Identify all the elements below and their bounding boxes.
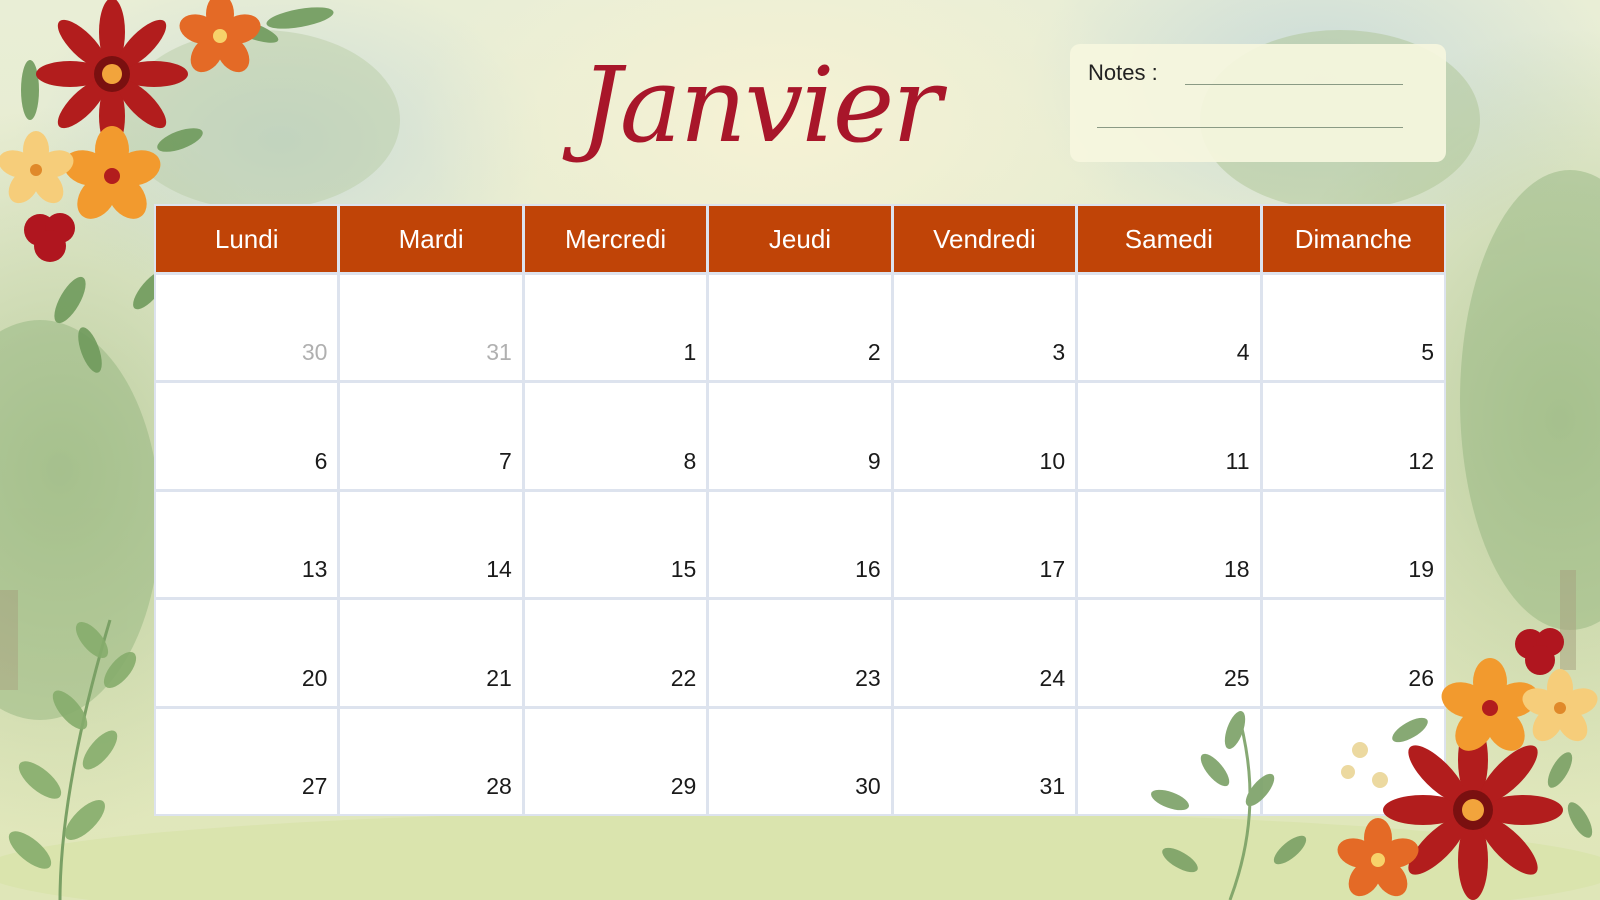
weekday-header: Jeudi <box>709 206 891 272</box>
day-cell[interactable]: 10 <box>893 383 1076 489</box>
day-number: 17 <box>1039 556 1066 583</box>
day-number: 3 <box>1052 339 1066 366</box>
notes-line <box>1097 127 1403 128</box>
month-title: Janvier <box>580 44 942 166</box>
day-cell[interactable]: 2 <box>709 275 891 381</box>
day-cell[interactable]: 31 <box>893 708 1076 814</box>
day-cell[interactable]: 7 <box>340 383 522 489</box>
day-cell[interactable]: 8 <box>524 383 707 489</box>
day-cell[interactable]: 24 <box>893 600 1076 706</box>
day-number: 11 <box>1225 447 1250 474</box>
day-number: 27 <box>301 773 328 799</box>
day-number: 4 <box>1236 339 1250 366</box>
day-number: 16 <box>855 556 881 583</box>
day-cell[interactable]: 26 <box>1262 600 1444 706</box>
calendar-grid: Lundi Mardi Mercredi Jeudi Vendredi Samedi Dim… <box>154 204 1446 816</box>
day-cell[interactable]: 27 <box>156 708 338 814</box>
weekday-header: Mardi <box>340 206 522 272</box>
day-cell[interactable]: 20 <box>156 600 338 706</box>
day-number: 2 <box>867 339 881 366</box>
day-number: 20 <box>301 664 328 691</box>
notes-card[interactable]: Notes : <box>1070 44 1446 162</box>
day-cell[interactable]: 28 <box>340 708 522 814</box>
day-cell[interactable]: 19 <box>1262 491 1444 598</box>
notes-line <box>1185 84 1403 85</box>
day-number: 25 <box>1223 664 1250 691</box>
day-cell[interactable]: 23 <box>709 600 891 706</box>
weekday-header: Lundi <box>156 206 338 272</box>
day-number: 9 <box>867 447 881 474</box>
day-cell[interactable] <box>1262 708 1444 814</box>
day-cell[interactable]: 4 <box>1078 275 1260 381</box>
day-cell[interactable]: 9 <box>709 383 891 489</box>
day-cell[interactable]: 31 <box>340 275 522 381</box>
day-number: 21 <box>486 664 512 691</box>
day-number: 23 <box>855 664 881 691</box>
day-number: 7 <box>499 447 512 474</box>
day-cell[interactable]: 30 <box>709 708 891 814</box>
day-cell[interactable]: 30 <box>156 275 338 381</box>
day-number: 30 <box>855 773 881 799</box>
day-cell[interactable]: 5 <box>1262 275 1444 381</box>
weekday-header: Vendredi <box>893 206 1076 272</box>
day-number: 31 <box>486 339 512 366</box>
weekday-header: Dimanche <box>1262 206 1444 272</box>
day-number: 24 <box>1039 664 1066 691</box>
day-cell[interactable]: 22 <box>524 600 707 706</box>
day-cell[interactable]: 25 <box>1078 600 1260 706</box>
day-number: 30 <box>301 339 328 366</box>
day-cell[interactable]: 21 <box>340 600 522 706</box>
weekday-header: Samedi <box>1078 206 1260 272</box>
day-number: 12 <box>1408 447 1434 474</box>
day-cell[interactable]: 15 <box>524 491 707 598</box>
day-number: 26 <box>1408 664 1434 691</box>
day-number: 15 <box>670 556 697 583</box>
day-cell[interactable]: 3 <box>893 275 1076 381</box>
day-number: 5 <box>1421 339 1434 366</box>
day-number: 29 <box>670 773 697 799</box>
day-number: 6 <box>314 447 328 474</box>
day-number: 13 <box>301 556 328 583</box>
day-cell[interactable]: 18 <box>1078 491 1260 598</box>
day-cell[interactable]: 1 <box>524 275 707 381</box>
day-cell[interactable] <box>1078 708 1260 814</box>
day-cell[interactable]: 29 <box>524 708 707 814</box>
notes-label: Notes : <box>1088 60 1158 85</box>
day-cell[interactable]: 16 <box>709 491 891 598</box>
day-cell[interactable]: 14 <box>340 491 522 598</box>
day-number: 28 <box>486 773 512 799</box>
day-cell[interactable]: 17 <box>893 491 1076 598</box>
day-number: 22 <box>670 664 697 691</box>
day-number: 8 <box>683 447 697 474</box>
day-cell[interactable]: 12 <box>1262 383 1444 489</box>
day-cell[interactable]: 6 <box>156 383 338 489</box>
day-cell[interactable]: 11 <box>1078 383 1260 489</box>
day-cell[interactable]: 13 <box>156 491 338 598</box>
day-number: 18 <box>1223 556 1250 583</box>
day-number: 1 <box>683 339 697 366</box>
weekday-header: Mercredi <box>524 206 707 272</box>
day-number: 14 <box>486 556 512 583</box>
day-number: 10 <box>1039 447 1066 474</box>
day-number: 31 <box>1039 773 1066 799</box>
day-number: 19 <box>1408 556 1434 583</box>
